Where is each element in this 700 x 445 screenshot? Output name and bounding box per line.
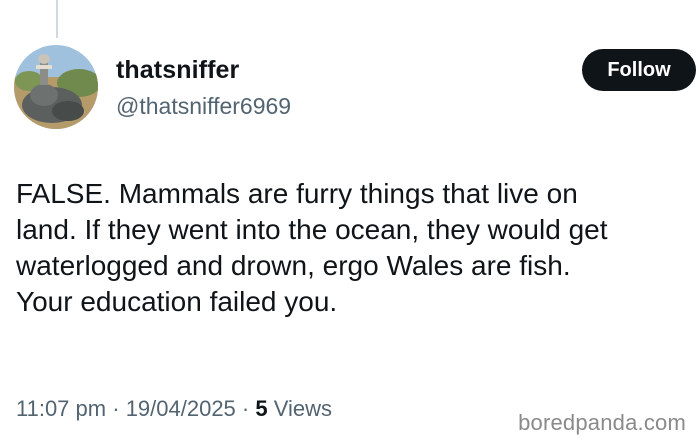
tweet-date[interactable]: 19/04/2025 <box>126 396 236 421</box>
tweet-text-line: FALSE. Mammals are furry things that liv… <box>16 178 578 209</box>
tweet-text-line: land. If they went into the ocean, they … <box>16 214 608 245</box>
meta-separator: · <box>112 396 120 421</box>
tweet-time[interactable]: 11:07 pm <box>16 396 106 421</box>
display-name[interactable]: thatsniffer <box>116 56 239 85</box>
tweet-text-line: waterlogged and drown, ergo Wales are fi… <box>16 250 571 281</box>
meta-separator: · <box>241 396 250 421</box>
tweet-text-line: Your education failed you. <box>16 286 338 317</box>
thread-connector-line <box>56 0 58 38</box>
follow-button[interactable]: Follow <box>582 49 696 91</box>
tweet-metadata: 11:07 pm · 19/04/2025 · 5 Views <box>16 396 332 422</box>
watermark: boredpanda.com <box>518 410 686 435</box>
views-label: Views <box>273 396 333 421</box>
avatar[interactable] <box>14 45 98 129</box>
avatar-photo <box>14 45 98 129</box>
tweet-text: FALSE. Mammals are furry things that liv… <box>16 176 696 320</box>
user-handle[interactable]: @thatsniffer6969 <box>116 93 291 120</box>
views-count[interactable]: 5 <box>255 396 267 421</box>
